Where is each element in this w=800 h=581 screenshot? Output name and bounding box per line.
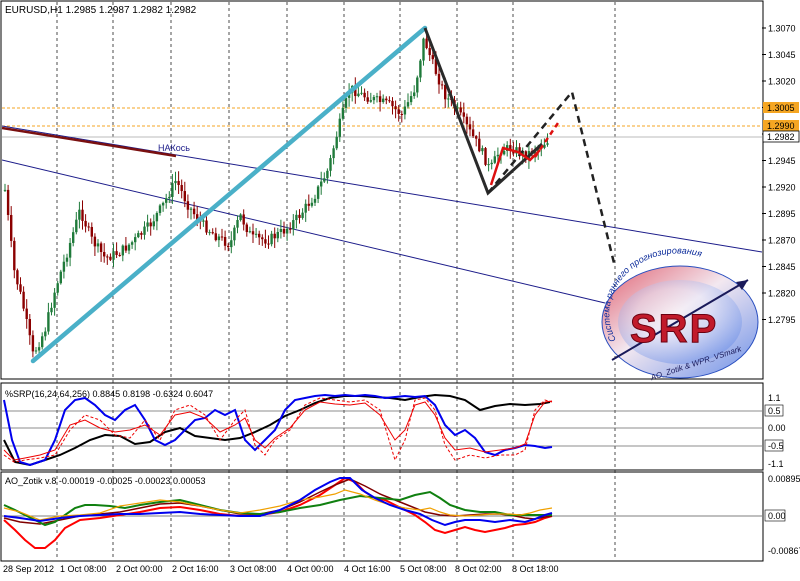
svg-text:1.2982: 1.2982 [767, 132, 795, 142]
time-axis: 28 Sep 2012 1 Oct 08:00 2 Oct 00:00 2 Oct 1… [3, 564, 559, 574]
chart-window[interactable]: НАКось EURUSD,H1 1.2985 1.2987 1.2982 1.… [0, 0, 800, 576]
price-tick-label: 1.3070 [768, 24, 796, 34]
time-tick-label: 4 Oct 16:00 [344, 564, 391, 574]
srp-tick-label: 0.5 [768, 406, 781, 416]
time-tick-label: 4 Oct 00:00 [287, 564, 334, 574]
ao-tick-label: 0.00895 [768, 474, 800, 484]
svg-text:1.2990: 1.2990 [767, 121, 795, 131]
time-tick-label: 28 Sep 2012 [3, 564, 54, 574]
time-tick-label: 2 Oct 16:00 [172, 564, 219, 574]
srp-axis: 1.1 0.5 0.00 -0.5 -1.1 [764, 393, 786, 469]
logo-letters: SRP [630, 307, 718, 351]
ao-axis: 0.00895 0.00 -0.00867 [764, 474, 800, 556]
time-tick-label: 1 Oct 08:00 [60, 564, 107, 574]
chart-header: EURUSD,H1 1.2985 1.2987 1.2982 1.2982 [5, 5, 197, 16]
ao-tick-label: -0.00867 [768, 546, 800, 556]
candle [484, 146, 487, 167]
price-tick-label: 1.2795 [768, 315, 796, 325]
time-tick-label: 8 Oct 02:00 [455, 564, 502, 574]
price-tick-label: 1.2820 [768, 289, 796, 299]
time-tick-label: 3 Oct 08:00 [230, 564, 277, 574]
price-tick-label: 1.2945 [768, 156, 796, 166]
time-tick-label: 8 Oct 18:00 [512, 564, 559, 574]
time-tick-label: 2 Oct 00:00 [116, 564, 163, 574]
price-tick-label: 1.2845 [768, 262, 796, 272]
price-badge: 1.2990 [763, 120, 799, 131]
srp-tick-label: -0.5 [768, 441, 784, 451]
candle [59, 269, 62, 285]
price-badges: 1.3005 1.29901.2982 [762, 102, 800, 143]
ao-header: AO_Zotik v.8 -0.00019 -0.00025 -0.00023 … [5, 476, 205, 486]
srp-tick-label: -1.1 [768, 459, 784, 469]
price-tick-label: 1.2920 [768, 183, 796, 193]
price-tick-label: 1.3020 [768, 77, 796, 87]
srp-header: %SRP(16,24,64,256) 0.8845 0.8198 -0.6324… [5, 389, 213, 399]
srp-tick-label: 1.1 [768, 393, 781, 403]
srp-tick-label: 0.00 [768, 423, 786, 433]
price-tick-label: 1.2870 [768, 236, 796, 246]
annotation-label: НАКось [158, 143, 190, 153]
price-tick-label: 1.3045 [768, 50, 796, 60]
price-badge: 1.2982 [762, 130, 800, 143]
svg-text:1.3005: 1.3005 [767, 103, 795, 113]
price-axis: 1.30701.30451.30201.29951.29701.29451.29… [762, 24, 796, 325]
time-tick-label: 5 Oct 08:00 [400, 564, 447, 574]
price-badge: 1.3005 [763, 102, 799, 113]
price-tick-label: 1.2895 [768, 209, 796, 219]
ao-tick-label: 0.00 [768, 511, 786, 521]
